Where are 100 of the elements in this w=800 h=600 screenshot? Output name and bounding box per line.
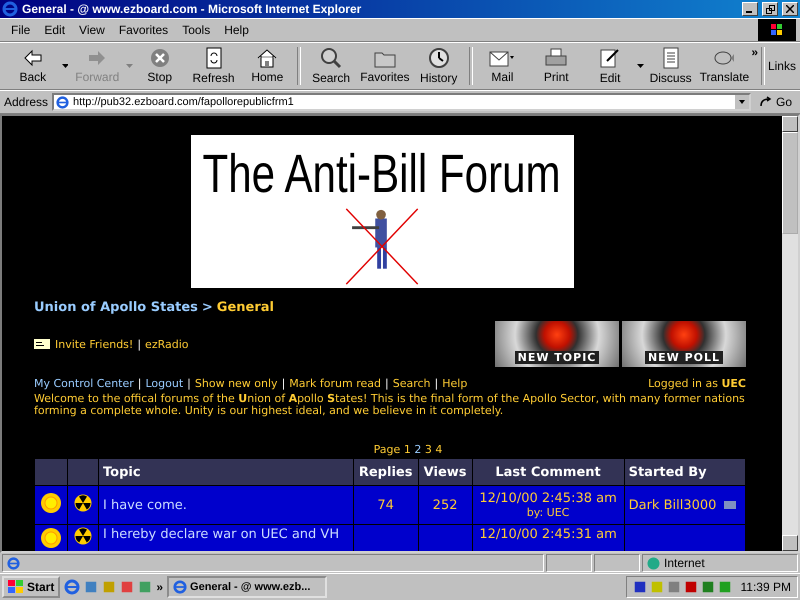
nav-link[interactable]: Help xyxy=(442,377,468,390)
page-link[interactable]: 4 xyxy=(435,443,442,456)
page-link[interactable]: 3 xyxy=(424,443,432,456)
welcome-message: Welcome to the offical forums of the Union of Apollo States! This is the final form of the Apollo Sector, with many former nations forming a complete whole. Unity is our highest ideal, and we believe in it completely. xyxy=(34,393,746,417)
column-header: Topic xyxy=(99,459,353,485)
link-separator: | xyxy=(385,377,389,390)
toolbar-button[interactable]: History xyxy=(412,44,466,88)
table-cell xyxy=(354,525,418,551)
last-comment-date: 12/10/00 2:45:38 am xyxy=(478,491,618,506)
nav-link[interactable]: Logout xyxy=(146,377,184,390)
chevron[interactable]: » xyxy=(751,45,758,59)
toolbar-button[interactable]: Home xyxy=(240,44,294,88)
banner-title: The Anti-Bill Forum xyxy=(202,143,562,205)
header-cell xyxy=(35,459,67,485)
column-header: Views xyxy=(418,459,472,485)
menu-item[interactable]: Favorites xyxy=(112,21,176,39)
chevron[interactable]: » xyxy=(156,580,164,594)
go-arrow-icon xyxy=(758,96,773,108)
forum-link[interactable]: Union of Apollo States xyxy=(34,300,198,315)
nav-link[interactable]: My Control Center xyxy=(34,377,134,390)
toolbar-button[interactable]: Mail xyxy=(476,44,530,88)
status-pane xyxy=(546,554,592,572)
links-label[interactable]: Links xyxy=(768,59,796,73)
toolbar-button[interactable]: Search xyxy=(304,44,358,88)
toolbar-button[interactable]: Favorites xyxy=(358,44,412,88)
link-separator: | xyxy=(187,377,191,390)
ie-logo-icon[interactable] xyxy=(56,96,70,108)
document-icon xyxy=(660,47,681,69)
post-button[interactable]: NEW TOPIC xyxy=(495,321,619,367)
post-button[interactable]: NEW POLL xyxy=(622,321,746,367)
status-pane xyxy=(594,554,640,572)
caret-icon[interactable] xyxy=(62,64,68,68)
table-cell: 252 xyxy=(418,486,472,524)
menu-item[interactable]: Edit xyxy=(37,21,72,39)
breadcrumb-separator: > xyxy=(202,300,213,315)
logged-in-text: Logged in as UEC xyxy=(648,377,746,390)
start-button[interactable]: Start xyxy=(2,576,60,598)
radiation-icon xyxy=(74,527,92,545)
ie-logo-icon[interactable] xyxy=(7,556,20,570)
sun-icon xyxy=(40,527,62,549)
page-link[interactable]: 2 xyxy=(414,443,422,456)
left-arrow-icon xyxy=(22,48,43,68)
ie-logo-icon[interactable] xyxy=(2,1,18,17)
house-icon xyxy=(256,48,278,68)
nav-link[interactable]: Search xyxy=(392,377,431,390)
globe-icon xyxy=(647,556,660,570)
windows-logo-icon xyxy=(8,580,24,594)
stop-icon xyxy=(150,48,170,68)
topic-link[interactable]: I have come. xyxy=(99,486,353,524)
address-field[interactable]: http://pub32.ezboard.com/fapollorepublicfrm1 xyxy=(52,93,751,111)
last-comment-author: by: UEC xyxy=(526,506,570,519)
scrollbar[interactable] xyxy=(782,116,798,551)
nav-link[interactable]: Mark forum read xyxy=(289,377,381,390)
clock-icon xyxy=(428,47,450,69)
invite-link[interactable]: Invite Friends! xyxy=(55,338,134,350)
toolbar-button[interactable]: Stop xyxy=(132,44,187,88)
dropdown-icon[interactable] xyxy=(734,95,749,109)
link-separator: | xyxy=(434,377,438,390)
toolbar-button[interactable]: Edit xyxy=(583,44,637,88)
page-link[interactable]: 1 xyxy=(404,443,411,456)
printer-icon xyxy=(545,48,568,68)
windows-logo-icon xyxy=(758,19,796,41)
invite-link[interactable]: ezRadio xyxy=(145,338,188,350)
user-badge-icon xyxy=(724,500,736,508)
menu-item[interactable]: File xyxy=(4,21,38,39)
refresh-icon xyxy=(204,47,224,69)
sun-icon xyxy=(40,492,62,514)
toolbar-button[interactable]: Back xyxy=(4,44,62,88)
ie-logo-icon[interactable] xyxy=(64,579,80,595)
zone-pane: Internet xyxy=(642,554,798,572)
last-comment-date: 12/10/00 2:45:31 am xyxy=(478,527,618,542)
header-cell xyxy=(68,459,98,485)
toolbar-button[interactable]: Print xyxy=(529,44,584,88)
minimize-icon[interactable] xyxy=(742,2,758,16)
page-label: Page xyxy=(374,443,402,456)
right-arrow-icon xyxy=(87,48,108,68)
link-separator: | xyxy=(137,338,142,350)
clock: 11:39 PM xyxy=(740,580,791,594)
author-link[interactable]: Dark Bill3000 xyxy=(628,498,716,512)
menu-item[interactable]: View xyxy=(72,21,112,39)
link-separator: | xyxy=(138,377,142,390)
radiation-icon xyxy=(74,494,92,512)
envelope-icon xyxy=(34,339,50,349)
topic-link[interactable]: I hereby declare war on UEC and VH xyxy=(99,525,353,551)
current-forum-link[interactable]: General xyxy=(216,300,274,315)
window-title: General - @ www.ezboard.com - Microsoft Internet Explorer xyxy=(22,2,362,16)
column-header: Last Comment xyxy=(472,459,624,485)
column-header: Replies xyxy=(354,459,418,485)
ie-logo-icon[interactable] xyxy=(173,580,188,594)
taskbar-button[interactable]: General - @ www.ezb... xyxy=(167,576,328,598)
toolbar-button[interactable]: Discuss xyxy=(644,44,698,88)
close-icon[interactable] xyxy=(782,2,798,16)
restore-icon[interactable] xyxy=(762,2,778,16)
link-separator: | xyxy=(282,377,286,390)
caret-icon[interactable] xyxy=(636,64,644,68)
menu-item[interactable]: Tools xyxy=(175,21,218,39)
toolbar-button[interactable]: Translate xyxy=(698,44,752,88)
nav-link[interactable]: Show new only xyxy=(194,377,278,390)
toolbar-button[interactable]: Refresh xyxy=(186,44,240,88)
menu-item[interactable]: Help xyxy=(217,21,256,39)
